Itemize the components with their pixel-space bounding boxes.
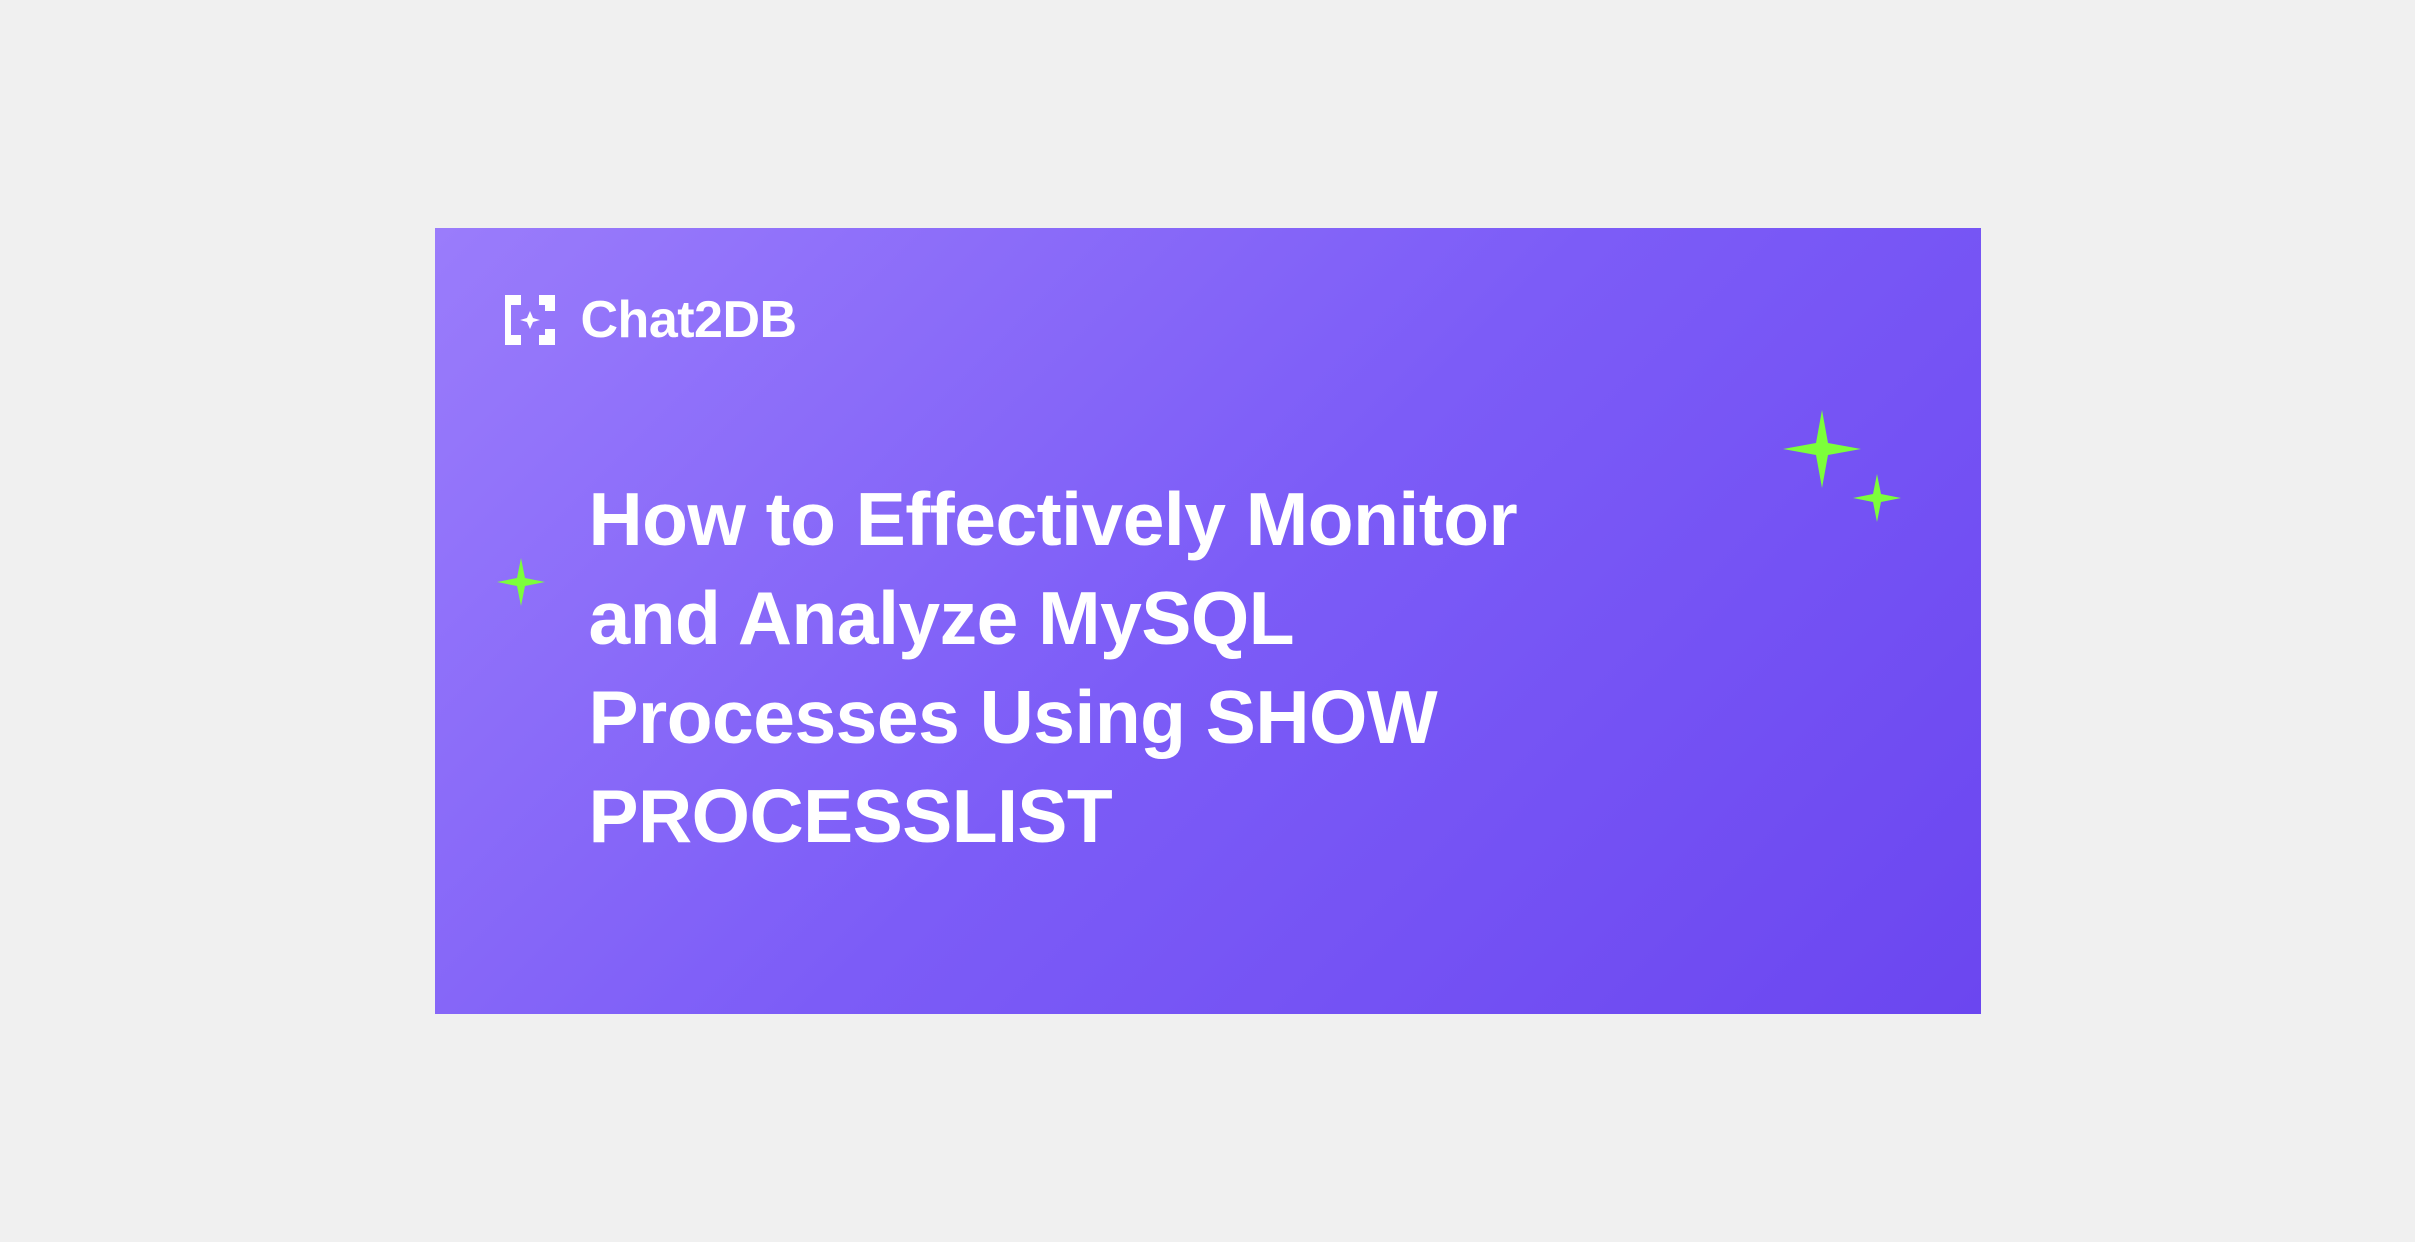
brand-logo-icon <box>497 291 563 349</box>
brand-name: Chat2DB <box>581 290 797 350</box>
sparkle-icon <box>1853 474 1901 522</box>
promotional-banner: Chat2DB How to Effectively Monitor and A… <box>435 228 1981 1014</box>
sparkle-icon <box>1783 410 1861 488</box>
brand-logo: Chat2DB <box>497 290 797 350</box>
banner-headline: How to Effectively Monitor and Analyze M… <box>589 470 1601 866</box>
sparkle-icon <box>497 558 545 606</box>
